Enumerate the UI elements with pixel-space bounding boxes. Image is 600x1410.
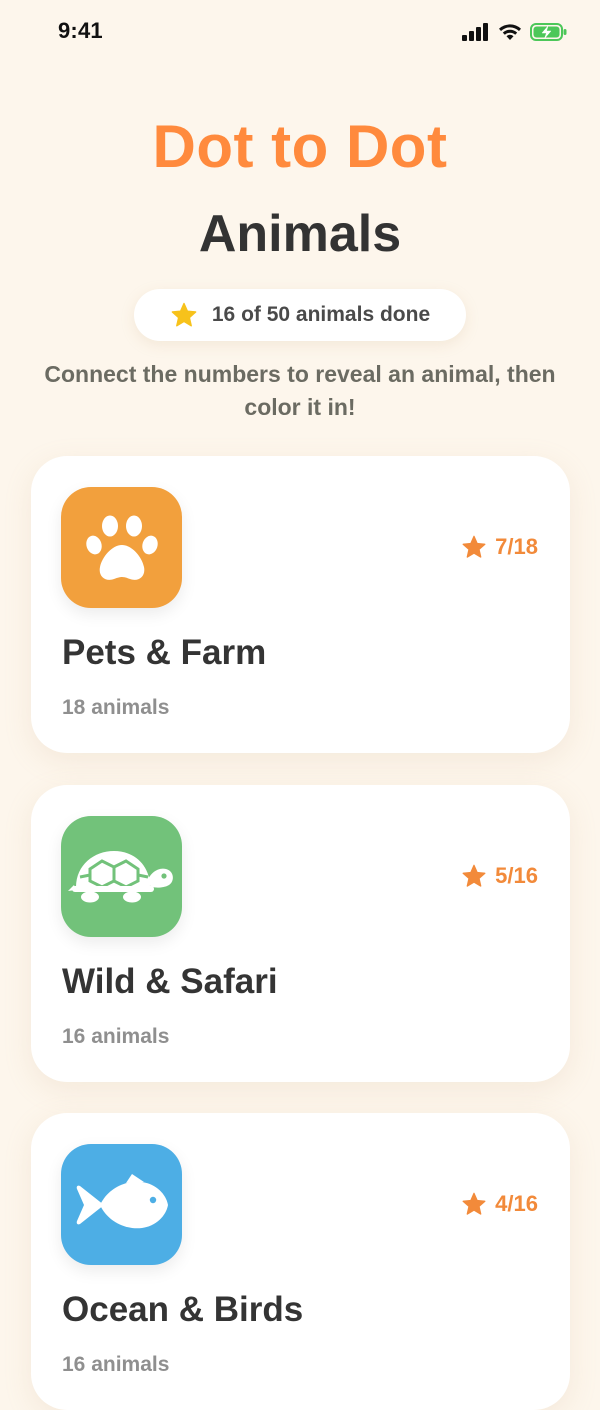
battery-charging-icon (530, 23, 567, 41)
status-bar: 9:41 (0, 0, 600, 66)
category-title: Pets & Farm (62, 633, 267, 672)
progress-text: 16 of 50 animals done (211, 303, 431, 326)
app-title: Dot to Dot (152, 113, 448, 180)
wifi-icon (499, 24, 521, 40)
category-title: Ocean & Birds (62, 1290, 304, 1329)
star-icon (462, 535, 486, 558)
category-card-wild-safari[interactable]: 5/16 Wild & Safari 16 animals (31, 785, 570, 1082)
progress-badge: 16 of 50 animals done (134, 289, 466, 341)
category-count: 18 animals (62, 696, 170, 719)
score-text: 5/16 (495, 863, 538, 888)
star-icon (170, 302, 198, 329)
category-title: Wild & Safari (62, 962, 278, 1001)
turtle-icon (67, 850, 173, 902)
status-time: 9:41 (58, 18, 103, 43)
category-score: 4/16 (461, 1191, 538, 1217)
page-title: Animals (198, 205, 402, 263)
category-card-ocean-birds[interactable]: 4/16 Ocean & Birds 16 animals (31, 1113, 570, 1410)
status-icons (462, 22, 568, 42)
star-icon (462, 864, 486, 887)
star-icon (462, 1192, 486, 1215)
category-icon-tile (61, 487, 182, 608)
category-score: 7/18 (461, 534, 538, 560)
category-icon-tile (61, 816, 182, 937)
instructions-text: Connect the numbers to reveal an animal,… (44, 361, 556, 420)
category-count: 16 animals (62, 1025, 170, 1048)
category-count: 16 animals (62, 1353, 170, 1376)
paw-icon (85, 515, 158, 580)
score-text: 4/16 (495, 1191, 538, 1216)
category-score: 5/16 (461, 863, 538, 889)
category-card-pets-farm[interactable]: 7/18 Pets & Farm 18 animals (31, 456, 570, 753)
fish-icon (76, 1173, 168, 1228)
signal-icon (462, 23, 488, 41)
category-icon-tile (61, 1144, 182, 1265)
score-text: 7/18 (495, 534, 538, 559)
